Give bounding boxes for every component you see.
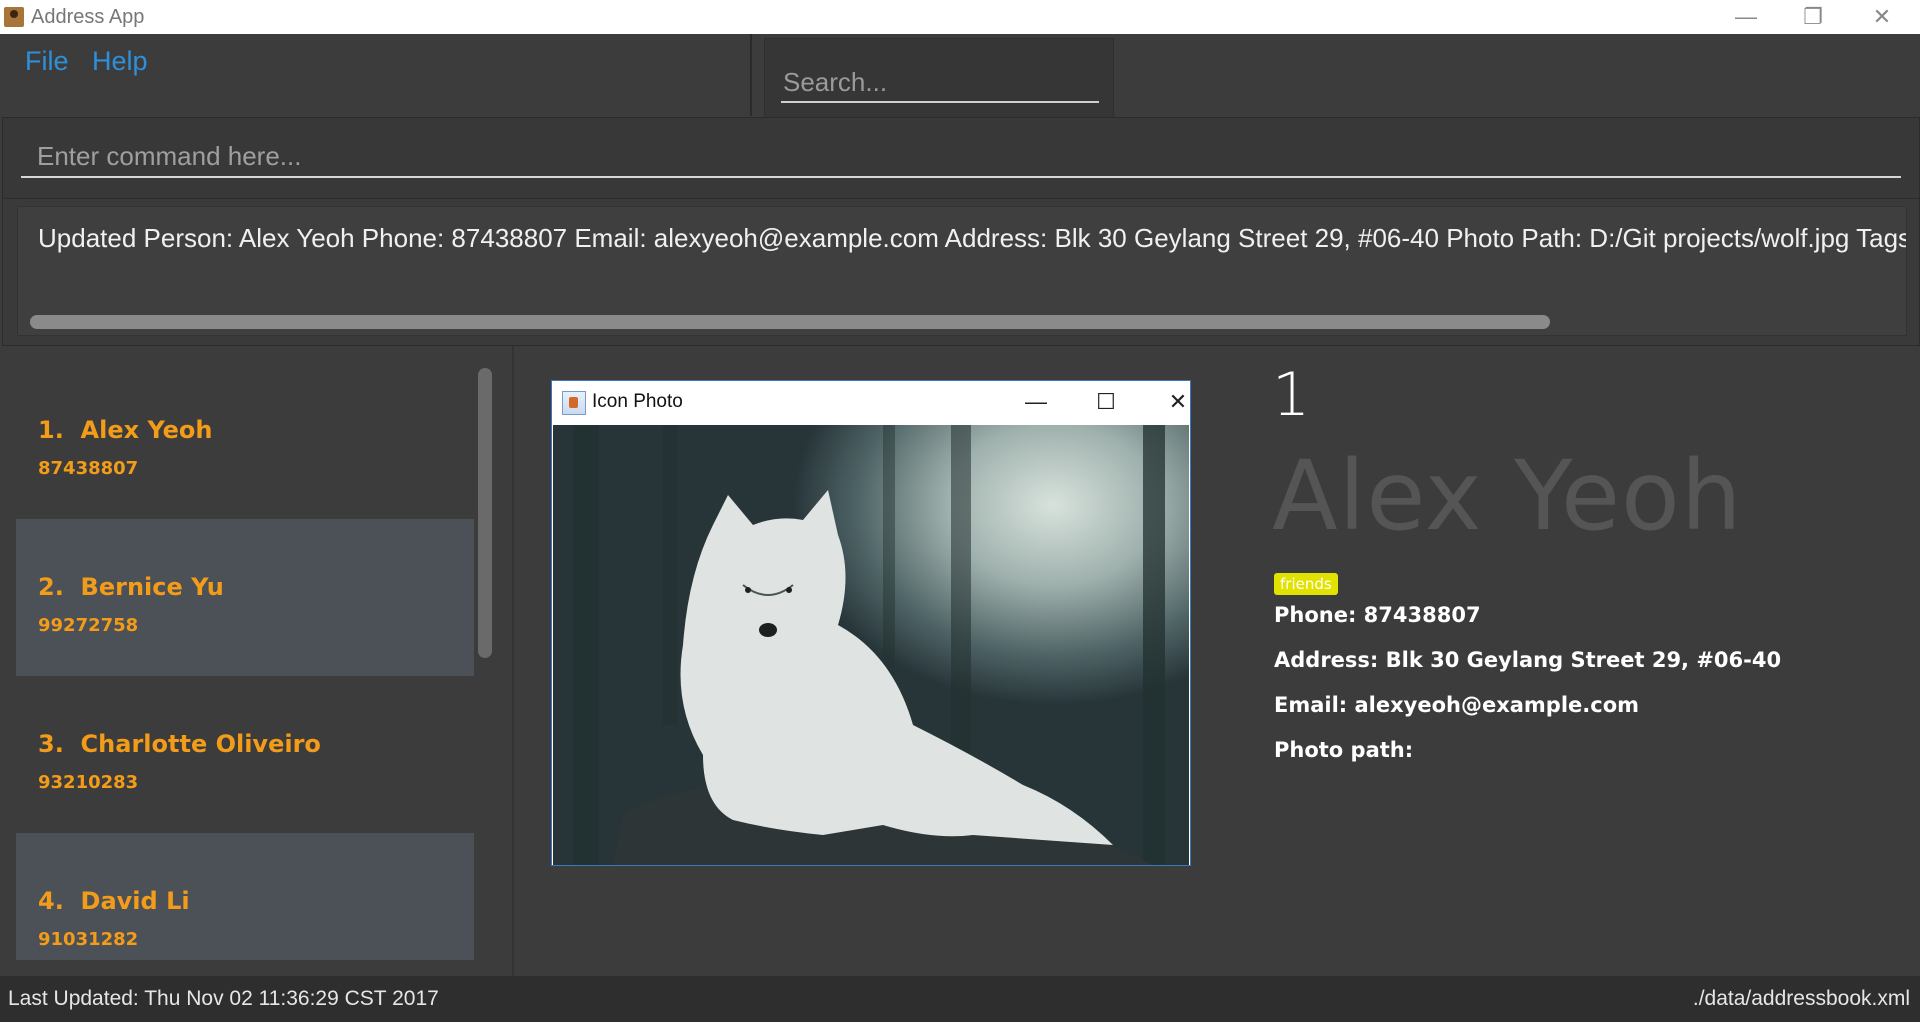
detail-phone: Phone: 87438807: [1274, 603, 1481, 627]
person-name: 4. David Li: [38, 887, 190, 915]
person-name: 3. Charlotte Oliveiro: [38, 730, 321, 758]
photo-close-button[interactable]: ✕: [1158, 387, 1198, 417]
icon-photo-window: Icon Photo — ☐ ✕: [551, 380, 1191, 866]
status-file-path: ./data/addressbook.xml: [1692, 987, 1910, 1010]
menu-bar: File Help: [0, 34, 1920, 118]
close-button[interactable]: ✕: [1852, 0, 1912, 34]
detail-email: Email: alexyeoh@example.com: [1274, 693, 1640, 717]
detail-index: 1: [1272, 360, 1311, 430]
menu-divider: [750, 34, 752, 116]
person-card[interactable]: 2. Bernice Yu 99272758: [16, 519, 474, 676]
person-phone: 93210283: [38, 772, 139, 793]
command-input[interactable]: [21, 136, 1901, 178]
search-input[interactable]: [781, 63, 1099, 103]
wolf-shape: [613, 490, 1153, 865]
restore-button[interactable]: ❐: [1783, 0, 1843, 34]
wolf-photo: [553, 425, 1189, 865]
result-text-area[interactable]: Updated Person: Alex Yeoh Phone: 8743880…: [17, 206, 1907, 336]
window-titlebar: Address App — ❐ ✕: [0, 0, 1920, 34]
result-display: Updated Person: Alex Yeoh Phone: 8743880…: [2, 198, 1920, 346]
person-card[interactable]: 4. David Li 91031282: [16, 833, 474, 960]
vertical-scrollbar[interactable]: [478, 368, 492, 658]
photo-window-titlebar: Icon Photo — ☐ ✕: [552, 381, 1190, 424]
tag-badge: friends: [1274, 573, 1338, 595]
photo-maximize-button[interactable]: ☐: [1086, 387, 1126, 417]
detail-address: Address: Blk 30 Geylang Street 29, #06-4…: [1274, 648, 1782, 672]
command-box: [2, 117, 1920, 199]
minimize-button[interactable]: —: [1716, 0, 1776, 34]
photo-minimize-button[interactable]: —: [1016, 387, 1056, 417]
horizontal-scrollbar[interactable]: [30, 315, 1550, 329]
person-phone: 99272758: [38, 615, 139, 636]
menu-file[interactable]: File: [25, 46, 69, 77]
search-box: [764, 38, 1114, 118]
java-icon: [562, 391, 586, 415]
result-text: Updated Person: Alex Yeoh Phone: 8743880…: [38, 223, 1907, 253]
person-list-panel: 1. Alex Yeoh 87438807 2. Bernice Yu 9927…: [0, 346, 514, 976]
person-card[interactable]: 3. Charlotte Oliveiro 93210283: [16, 676, 474, 833]
person-name: 2. Bernice Yu: [38, 573, 224, 601]
status-last-updated: Last Updated: Thu Nov 02 11:36:29 CST 20…: [8, 987, 439, 1010]
person-card[interactable]: 1. Alex Yeoh 87438807: [16, 362, 474, 519]
status-bar: Last Updated: Thu Nov 02 11:36:29 CST 20…: [0, 976, 1920, 1022]
photo-window-title: Icon Photo: [592, 391, 683, 412]
detail-photo-path: Photo path:: [1274, 738, 1414, 762]
detail-name: Alex Yeoh: [1272, 440, 1743, 552]
person-phone: 91031282: [38, 929, 139, 950]
person-name: 1. Alex Yeoh: [38, 416, 213, 444]
menu-help[interactable]: Help: [92, 46, 148, 77]
window-title: Address App: [31, 6, 145, 28]
address-book-icon: [4, 7, 24, 27]
person-phone: 87438807: [38, 458, 139, 479]
